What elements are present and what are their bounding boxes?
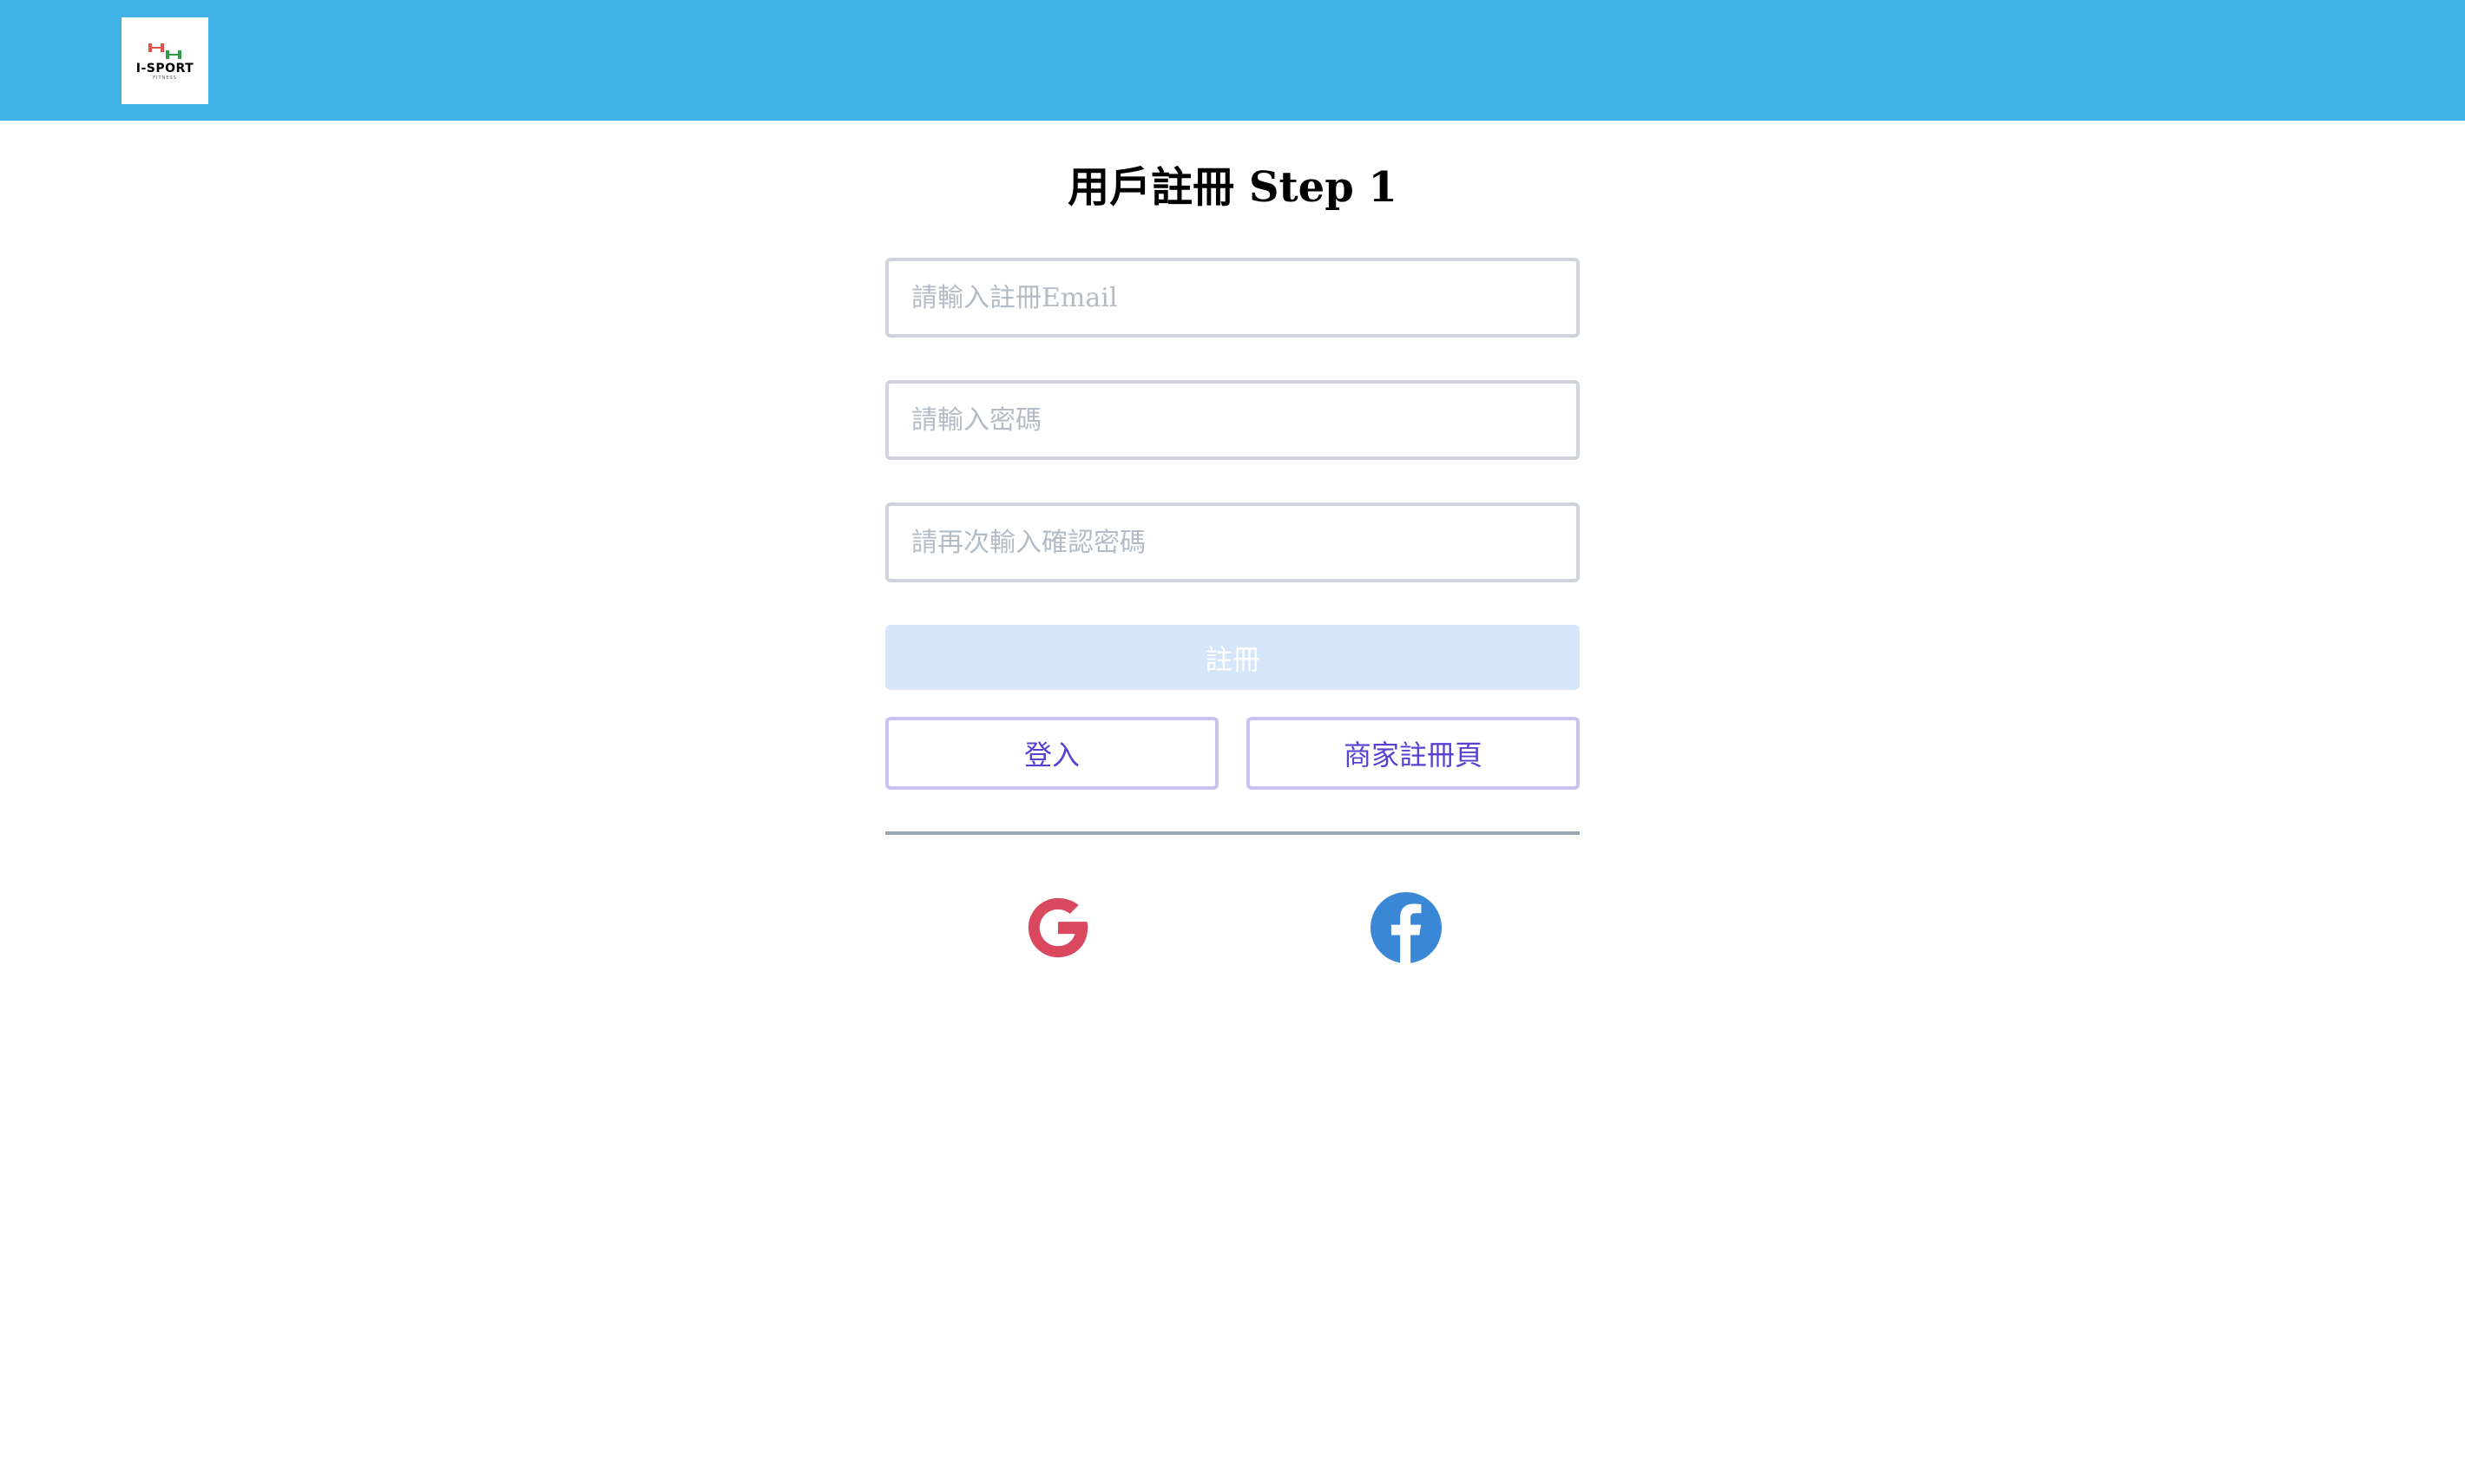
merchant-register-button[interactable]: 商家註冊頁	[1246, 717, 1580, 790]
top-header: I-SPORT FITNESS	[0, 0, 2465, 121]
login-button[interactable]: 登入	[885, 717, 1219, 790]
email-input[interactable]	[885, 258, 1580, 338]
site-logo[interactable]: I-SPORT FITNESS	[122, 17, 208, 104]
confirm-password-input[interactable]	[885, 502, 1580, 582]
divider	[885, 831, 1580, 835]
password-input[interactable]	[885, 380, 1580, 460]
page-title: 用戶註冊 Step 1	[1068, 163, 1397, 212]
logo-text: I-SPORT	[135, 61, 194, 76]
logo-subtext: FITNESS	[153, 75, 177, 81]
register-button[interactable]: 註冊	[885, 625, 1580, 690]
dumbbell-logo-icon	[148, 43, 181, 59]
facebook-icon[interactable]	[1371, 892, 1442, 963]
google-icon[interactable]	[1022, 892, 1094, 963]
